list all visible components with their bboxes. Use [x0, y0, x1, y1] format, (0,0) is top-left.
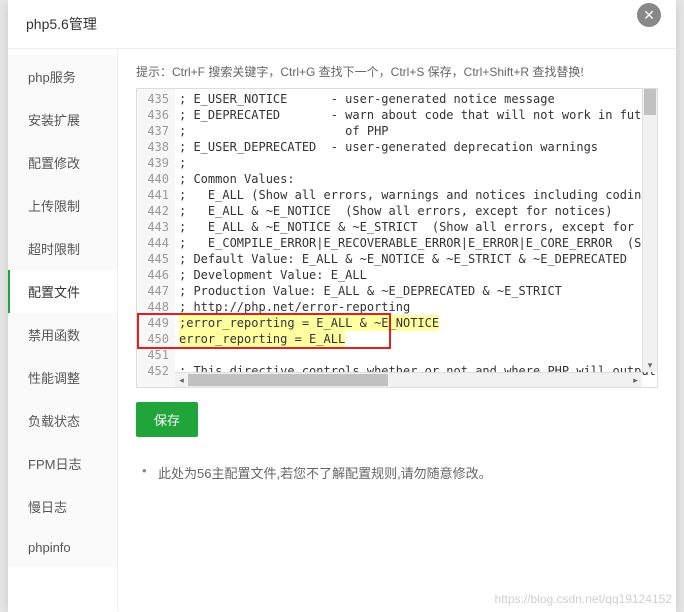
line-gutter: 4354364374384394404414424434444454464474…: [137, 89, 175, 387]
line-number: 448: [139, 299, 169, 315]
line-number: 449: [139, 315, 169, 331]
code-content[interactable]: ; E_USER_NOTICE - user-generated notice …: [175, 89, 657, 387]
modal-dialog: ✕ php5.6管理 php服务安装扩展配置修改上传限制超时限制配置文件禁用函数…: [8, 0, 676, 612]
horizontal-scrollbar[interactable]: ◂ ▸: [175, 372, 642, 387]
line-number: 447: [139, 283, 169, 299]
line-number: 439: [139, 155, 169, 171]
sidebar-item-8[interactable]: 负载状态: [8, 399, 117, 442]
sidebar-item-11[interactable]: phpinfo: [8, 528, 117, 567]
content-area: 提示：Ctrl+F 搜索关键字，Ctrl+G 查找下一个，Ctrl+S 保存，C…: [118, 49, 676, 611]
code-line[interactable]: ; E_COMPILE_ERROR|E_RECOVERABLE_ERROR|E_…: [179, 235, 653, 251]
vertical-scrollbar[interactable]: ▴ ▾: [642, 89, 657, 372]
line-number: 438: [139, 139, 169, 155]
scroll-right-icon[interactable]: ▸: [629, 373, 642, 387]
code-line[interactable]: ;error_reporting = E_ALL & ~E_NOTICE: [179, 315, 653, 331]
code-line[interactable]: ; E_DEPRECATED - warn about code that wi…: [179, 107, 653, 123]
line-number: 450: [139, 331, 169, 347]
scroll-left-icon[interactable]: ◂: [175, 373, 188, 387]
code-line[interactable]: ; E_ALL (Show all errors, warnings and n…: [179, 187, 653, 203]
line-number: 442: [139, 203, 169, 219]
scroll-down-icon[interactable]: ▾: [643, 359, 657, 372]
sidebar-item-6[interactable]: 禁用函数: [8, 313, 117, 356]
sidebar-item-9[interactable]: FPM日志: [8, 442, 117, 485]
code-line[interactable]: ; http://php.net/error-reporting: [179, 299, 653, 315]
sidebar-item-5[interactable]: 配置文件: [8, 270, 117, 313]
sidebar-item-3[interactable]: 上传限制: [8, 184, 117, 227]
code-line[interactable]: [179, 347, 653, 363]
line-number: 445: [139, 251, 169, 267]
code-editor[interactable]: 4354364374384394404414424434444454464474…: [136, 88, 658, 388]
close-icon: ✕: [643, 7, 655, 24]
line-number: 440: [139, 171, 169, 187]
close-button[interactable]: ✕: [637, 3, 661, 27]
code-line[interactable]: ; Production Value: E_ALL & ~E_DEPRECATE…: [179, 283, 653, 299]
horizontal-scroll-thumb[interactable]: [188, 374, 388, 386]
sidebar-item-1[interactable]: 安装扩展: [8, 98, 117, 141]
modal-body: php服务安装扩展配置修改上传限制超时限制配置文件禁用函数性能调整负载状态FPM…: [8, 49, 676, 611]
line-number: 437: [139, 123, 169, 139]
code-line[interactable]: ;: [179, 155, 653, 171]
code-line[interactable]: ; Default Value: E_ALL & ~E_NOTICE & ~E_…: [179, 251, 653, 267]
line-number: 446: [139, 267, 169, 283]
sidebar-item-0[interactable]: php服务: [8, 55, 117, 98]
line-number: 451: [139, 347, 169, 363]
line-number: 441: [139, 187, 169, 203]
code-line[interactable]: ; of PHP: [179, 123, 653, 139]
hint-text: 提示：Ctrl+F 搜索关键字，Ctrl+G 查找下一个，Ctrl+S 保存，C…: [136, 63, 658, 80]
code-line[interactable]: ; E_ALL & ~E_NOTICE & ~E_STRICT (Show al…: [179, 219, 653, 235]
sidebar-item-7[interactable]: 性能调整: [8, 356, 117, 399]
modal-title: php5.6管理: [8, 0, 676, 49]
code-line[interactable]: ; E_ALL & ~E_NOTICE (Show all errors, ex…: [179, 203, 653, 219]
warning-note: 此处为56主配置文件,若您不了解配置规则,请勿随意修改。: [136, 463, 658, 482]
code-line[interactable]: ; Common Values:: [179, 171, 653, 187]
code-line[interactable]: error_reporting = E_ALL: [179, 331, 653, 347]
line-number: 452: [139, 363, 169, 379]
line-number: 436: [139, 107, 169, 123]
sidebar-item-4[interactable]: 超时限制: [8, 227, 117, 270]
sidebar-item-2[interactable]: 配置修改: [8, 141, 117, 184]
line-number: 435: [139, 91, 169, 107]
line-number: 443: [139, 219, 169, 235]
code-line[interactable]: ; E_USER_NOTICE - user-generated notice …: [179, 91, 653, 107]
line-number: 444: [139, 235, 169, 251]
code-line[interactable]: ; Development Value: E_ALL: [179, 267, 653, 283]
code-line[interactable]: ; E_USER_DEPRECATED - user-generated dep…: [179, 139, 653, 155]
vertical-scroll-thumb[interactable]: [644, 89, 656, 115]
sidebar-item-10[interactable]: 慢日志: [8, 485, 117, 528]
save-button[interactable]: 保存: [136, 402, 198, 437]
sidebar: php服务安装扩展配置修改上传限制超时限制配置文件禁用函数性能调整负载状态FPM…: [8, 49, 118, 611]
watermark-text: https://blog.csdn.net/qq19124152: [495, 592, 672, 606]
